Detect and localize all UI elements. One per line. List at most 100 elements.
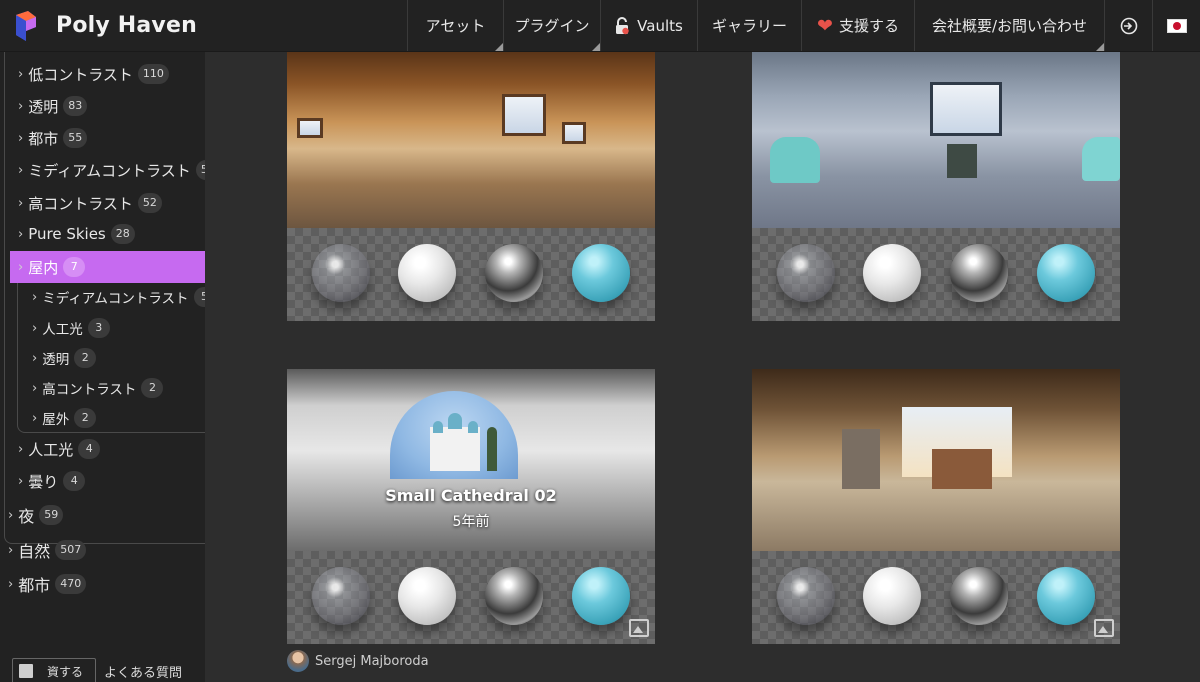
- category-item[interactable]: › 低コントラスト 110: [18, 60, 169, 88]
- nav-assets[interactable]: アセット: [407, 0, 503, 51]
- nav-gallery-label: ギャラリー: [711, 17, 787, 35]
- turbine-shape: [770, 137, 820, 183]
- chevron-right-icon: ›: [18, 162, 24, 178]
- asset-card[interactable]: [752, 52, 1120, 321]
- nav-language[interactable]: [1152, 0, 1200, 51]
- category-item[interactable]: › Pure Skies 28: [18, 220, 135, 248]
- asset-card[interactable]: [287, 52, 655, 321]
- category-label: 曇り: [28, 472, 59, 491]
- subcategory-item[interactable]: › 透明 2: [32, 345, 97, 371]
- chevron-right-icon: ›: [18, 473, 24, 489]
- nav-assets-label: アセット: [425, 17, 486, 35]
- subcategory-item[interactable]: › 屋外 2: [32, 405, 97, 431]
- avatar: [287, 650, 309, 672]
- category-count: 5: [193, 287, 205, 307]
- category-label: 自然: [18, 542, 51, 561]
- teal-sphere: [1037, 567, 1095, 625]
- category-item[interactable]: › ミディアムコントラスト 52: [18, 156, 205, 184]
- nav-support[interactable]: ❤ 支援する: [801, 0, 914, 51]
- category-count: 4: [78, 439, 101, 459]
- category-label: 都市: [28, 129, 59, 148]
- category-label: 透明: [42, 352, 70, 368]
- nav-vaults-label: Vaults: [637, 16, 683, 35]
- category-label: 都市: [18, 576, 51, 595]
- sidebar-footer-button-label: 資する: [47, 664, 84, 679]
- chrome-sphere: [485, 244, 543, 302]
- chevron-right-icon: ›: [18, 98, 24, 114]
- white-sphere: [863, 567, 921, 625]
- category-item[interactable]: › 都市 55: [18, 124, 88, 152]
- nav-login[interactable]: [1104, 0, 1152, 51]
- category-item[interactable]: › 曇り 4: [18, 467, 86, 495]
- chevron-right-icon: ›: [32, 320, 38, 336]
- window-shape: [930, 82, 1002, 136]
- heart-icon: ❤: [817, 14, 833, 37]
- category-count: 4: [63, 471, 86, 491]
- category-label: 屋内: [28, 258, 59, 277]
- author-name: Sergej Majboroda: [315, 653, 429, 669]
- category-label: ミディアムコントラスト: [28, 161, 191, 180]
- category-item[interactable]: › 高コントラスト 52: [18, 189, 162, 217]
- hdri-preview-image: [752, 52, 1120, 228]
- category-count: 52: [137, 193, 162, 213]
- chrome-sphere: [950, 244, 1008, 302]
- category-count: 2: [141, 378, 164, 398]
- white-sphere: [863, 244, 921, 302]
- hdri-preview-image: [287, 52, 655, 228]
- window-shape: [562, 122, 586, 144]
- cathedral-shape: [430, 427, 480, 471]
- category-item-active[interactable]: › 屋内 7: [10, 251, 205, 283]
- sidebar-footer-button[interactable]: 資する: [12, 658, 96, 682]
- category-label: 夜: [18, 507, 35, 526]
- faq-link[interactable]: よくある質問: [104, 662, 182, 681]
- nav-plugins[interactable]: プラグイン: [503, 0, 600, 51]
- dropdown-corner-icon: [592, 43, 600, 51]
- subcategory-item[interactable]: › ミディアムコントラスト 5: [32, 284, 205, 310]
- category-count: 7: [63, 257, 86, 277]
- chevron-right-icon: ›: [18, 226, 24, 242]
- image-icon: [629, 619, 649, 637]
- category-count: 2: [74, 348, 97, 368]
- dropdown-corner-icon: [495, 43, 503, 51]
- asset-card[interactable]: Small Cathedral 02 5年前: [287, 369, 655, 644]
- asset-author[interactable]: Sergej Majboroda: [287, 650, 429, 672]
- main-nav: アセット プラグイン Vaults ギャラリー ❤ 支援する 会社概要/お問い合…: [407, 0, 1200, 51]
- category-count: 470: [55, 574, 87, 594]
- chevron-right-icon: ›: [8, 542, 14, 558]
- category-count: 507: [55, 540, 87, 560]
- chevron-right-icon: ›: [32, 289, 38, 305]
- category-count: 52: [195, 160, 205, 180]
- nav-gallery[interactable]: ギャラリー: [697, 0, 801, 51]
- subcategory-item[interactable]: › 人工光 3: [32, 315, 110, 341]
- hdri-preview-image: [752, 369, 1120, 551]
- asset-card[interactable]: [752, 369, 1120, 644]
- category-item[interactable]: › 夜 59: [8, 501, 64, 529]
- teal-sphere: [572, 244, 630, 302]
- category-label: ミディアムコントラスト: [42, 291, 189, 307]
- top-bar: Poly Haven アセット プラグイン Vaults ギャラリー ❤ 支援す…: [0, 0, 1200, 52]
- white-sphere: [398, 244, 456, 302]
- nav-about[interactable]: 会社概要/お問い合わせ: [914, 0, 1104, 51]
- brick-wall-shape: [932, 449, 992, 489]
- chevron-right-icon: ›: [32, 350, 38, 366]
- category-item[interactable]: › 人工光 4: [18, 435, 101, 463]
- chevron-right-icon: ›: [18, 130, 24, 146]
- category-label: 人工光: [42, 322, 83, 338]
- category-item[interactable]: › 自然 507: [8, 536, 87, 564]
- category-item[interactable]: › 透明 83: [18, 92, 88, 120]
- category-count: 110: [137, 64, 169, 84]
- category-item[interactable]: › 都市 470: [8, 570, 87, 598]
- brand-link[interactable]: Poly Haven: [0, 0, 407, 51]
- nav-vaults[interactable]: Vaults: [600, 0, 697, 51]
- teal-sphere: [1037, 244, 1095, 302]
- turbine-shape: [1082, 137, 1120, 181]
- nav-support-label: 支援する: [838, 17, 899, 35]
- chevron-right-icon: ›: [18, 441, 24, 457]
- login-icon: [1120, 17, 1137, 34]
- dropdown-corner-icon: [1096, 43, 1104, 51]
- dome-shape: [448, 413, 462, 429]
- brand-name: Poly Haven: [56, 13, 197, 38]
- category-count: 59: [39, 505, 64, 525]
- subcategory-item[interactable]: › 高コントラスト 2: [32, 375, 164, 401]
- glass-sphere: [777, 244, 835, 302]
